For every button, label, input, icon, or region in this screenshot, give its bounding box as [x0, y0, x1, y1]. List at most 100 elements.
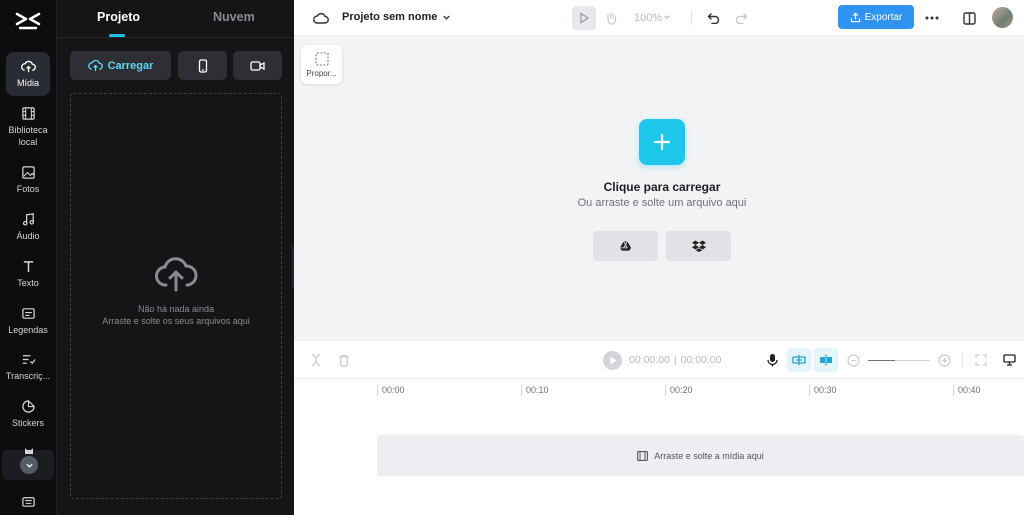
- sidebar-item-photos[interactable]: Fotos: [0, 165, 56, 195]
- upload-title[interactable]: Clique para carregar: [294, 180, 1024, 194]
- zoom-out-button[interactable]: [845, 352, 861, 368]
- toolbar-divider: [691, 11, 692, 25]
- capcut-logo[interactable]: [14, 8, 42, 32]
- time-tick: 00:40: [953, 384, 981, 396]
- auto-snap-button[interactable]: [814, 348, 838, 372]
- time-tick: 00:20: [665, 384, 693, 396]
- chevron-down-icon[interactable]: [440, 11, 452, 23]
- export-icon: [850, 12, 860, 22]
- more-options-button[interactable]: [922, 9, 942, 27]
- zoom-in-icon: [937, 353, 951, 367]
- left-rail: Mídia Biblioteca local Fotos Áudio Texto…: [0, 0, 56, 515]
- plus-icon: [653, 133, 671, 151]
- cursor-icon: [580, 12, 590, 24]
- cloud-sync-icon[interactable]: [312, 9, 330, 27]
- timeline-zoom-slider[interactable]: [868, 360, 930, 361]
- sidebar-item-media[interactable]: Mídia: [6, 52, 50, 96]
- upload-button[interactable]: Carregar: [70, 51, 171, 80]
- film-icon: [21, 107, 35, 120]
- captions-icon: [21, 308, 35, 319]
- main-track-magnet-button[interactable]: [787, 348, 811, 372]
- upload-label: Carregar: [107, 59, 154, 72]
- cloud-upload-icon: [20, 60, 36, 73]
- empty-subtitle: Arraste e solte os seus arquivos aqui: [102, 316, 250, 326]
- redo-icon: [735, 13, 747, 24]
- transcript-icon: [22, 355, 36, 365]
- chevron-down-icon[interactable]: [662, 12, 672, 22]
- media-panel: Projeto Nuvem Carregar Não há nada ainda…: [56, 0, 295, 515]
- aspect-ratio-button[interactable]: Propor...: [301, 45, 342, 84]
- time-separator: |: [673, 354, 677, 366]
- split-icon: [311, 353, 321, 367]
- delete-button[interactable]: [336, 352, 352, 368]
- rail-more-button[interactable]: [2, 448, 54, 480]
- media-drop-zone[interactable]: Não há nada ainda Arraste e solte os seu…: [70, 93, 282, 499]
- top-bar: Projeto sem nome 100% Exportar: [294, 0, 1024, 36]
- sidebar-item-captions[interactable]: Legendas: [0, 306, 56, 336]
- sidebar-item-label: Mídia: [16, 78, 39, 88]
- cloud-upload-icon: [155, 257, 198, 292]
- sidebar-item-label: Transcriç...: [5, 371, 51, 381]
- tab-active-indicator: [109, 34, 125, 37]
- voiceover-button[interactable]: [763, 351, 781, 369]
- sticker-icon: [21, 400, 35, 413]
- keyboard-icon: [21, 497, 35, 507]
- main-track-drop-zone[interactable]: Arraste e solte a mídia aqui: [377, 435, 1024, 476]
- snap-icon: [820, 354, 832, 366]
- sidebar-item-text[interactable]: Texto: [0, 259, 56, 289]
- magnet-track-icon: [792, 355, 806, 365]
- sidebar-item-label: Legendas: [8, 325, 48, 335]
- video-camera-icon: [250, 60, 265, 71]
- sidebar-item-transcription[interactable]: Transcriç...: [0, 352, 56, 382]
- chevron-down-icon: [20, 456, 38, 474]
- tab-project[interactable]: Projeto: [97, 10, 140, 24]
- panel-layout-icon: [962, 11, 976, 25]
- project-name[interactable]: Projeto sem nome: [342, 11, 437, 23]
- phone-upload-button[interactable]: [178, 51, 227, 80]
- tab-cloud[interactable]: Nuvem: [213, 10, 255, 24]
- zoom-in-button[interactable]: [936, 352, 952, 368]
- export-button[interactable]: Exportar: [838, 5, 914, 29]
- split-button[interactable]: [308, 352, 324, 368]
- display-settings-button[interactable]: [1000, 352, 1018, 368]
- zoom-slider-fill: [868, 360, 895, 361]
- undo-button[interactable]: [704, 9, 722, 27]
- play-button[interactable]: [603, 351, 622, 370]
- fullscreen-icon: [975, 354, 987, 366]
- music-note-icon: [22, 213, 34, 226]
- sidebar-item-audio[interactable]: Áudio: [0, 212, 56, 242]
- time-tick: 00:30: [809, 384, 837, 396]
- redo-button[interactable]: [732, 9, 750, 27]
- total-time: 00:00:00: [680, 354, 722, 366]
- google-drive-icon: [619, 241, 632, 251]
- sidebar-item-label: Texto: [17, 278, 39, 288]
- preview-canvas: Propor... Clique para carregar Ou arrast…: [294, 36, 1024, 341]
- fit-timeline-button[interactable]: [973, 352, 989, 368]
- image-icon: [21, 166, 35, 179]
- add-media-button[interactable]: [639, 119, 685, 165]
- time-tick: 00:10: [521, 384, 549, 396]
- zoom-level[interactable]: 100%: [634, 12, 662, 24]
- hand-tool-button[interactable]: [602, 8, 620, 28]
- google-drive-button[interactable]: [593, 231, 658, 261]
- aspect-ratio-icon: [314, 51, 329, 66]
- export-label: Exportar: [864, 11, 903, 23]
- play-icon: [610, 356, 616, 365]
- sidebar-item-local-library[interactable]: Biblioteca local: [0, 106, 56, 148]
- layout-toggle-button[interactable]: [960, 9, 978, 27]
- panel-tabs: Projeto Nuvem: [57, 0, 295, 38]
- empty-title: Não há nada ainda: [137, 304, 215, 314]
- select-tool-button[interactable]: [572, 6, 596, 30]
- time-tick: 00:00: [377, 384, 405, 396]
- sidebar-item-keyboard[interactable]: [0, 494, 56, 512]
- upload-subtitle: Ou arraste e solte um arquivo aqui: [577, 197, 747, 209]
- timeline-area: 00:00 00:10 00:20 00:30 00:40 Arraste e …: [294, 379, 1024, 515]
- undo-icon: [707, 13, 719, 24]
- sidebar-item-stickers[interactable]: Stickers: [0, 399, 56, 429]
- hand-icon: [606, 12, 616, 25]
- dropbox-button[interactable]: [666, 231, 731, 261]
- avatar[interactable]: [992, 7, 1013, 28]
- microphone-icon: [766, 354, 778, 367]
- record-video-button[interactable]: [233, 51, 282, 80]
- trash-icon: [339, 354, 349, 367]
